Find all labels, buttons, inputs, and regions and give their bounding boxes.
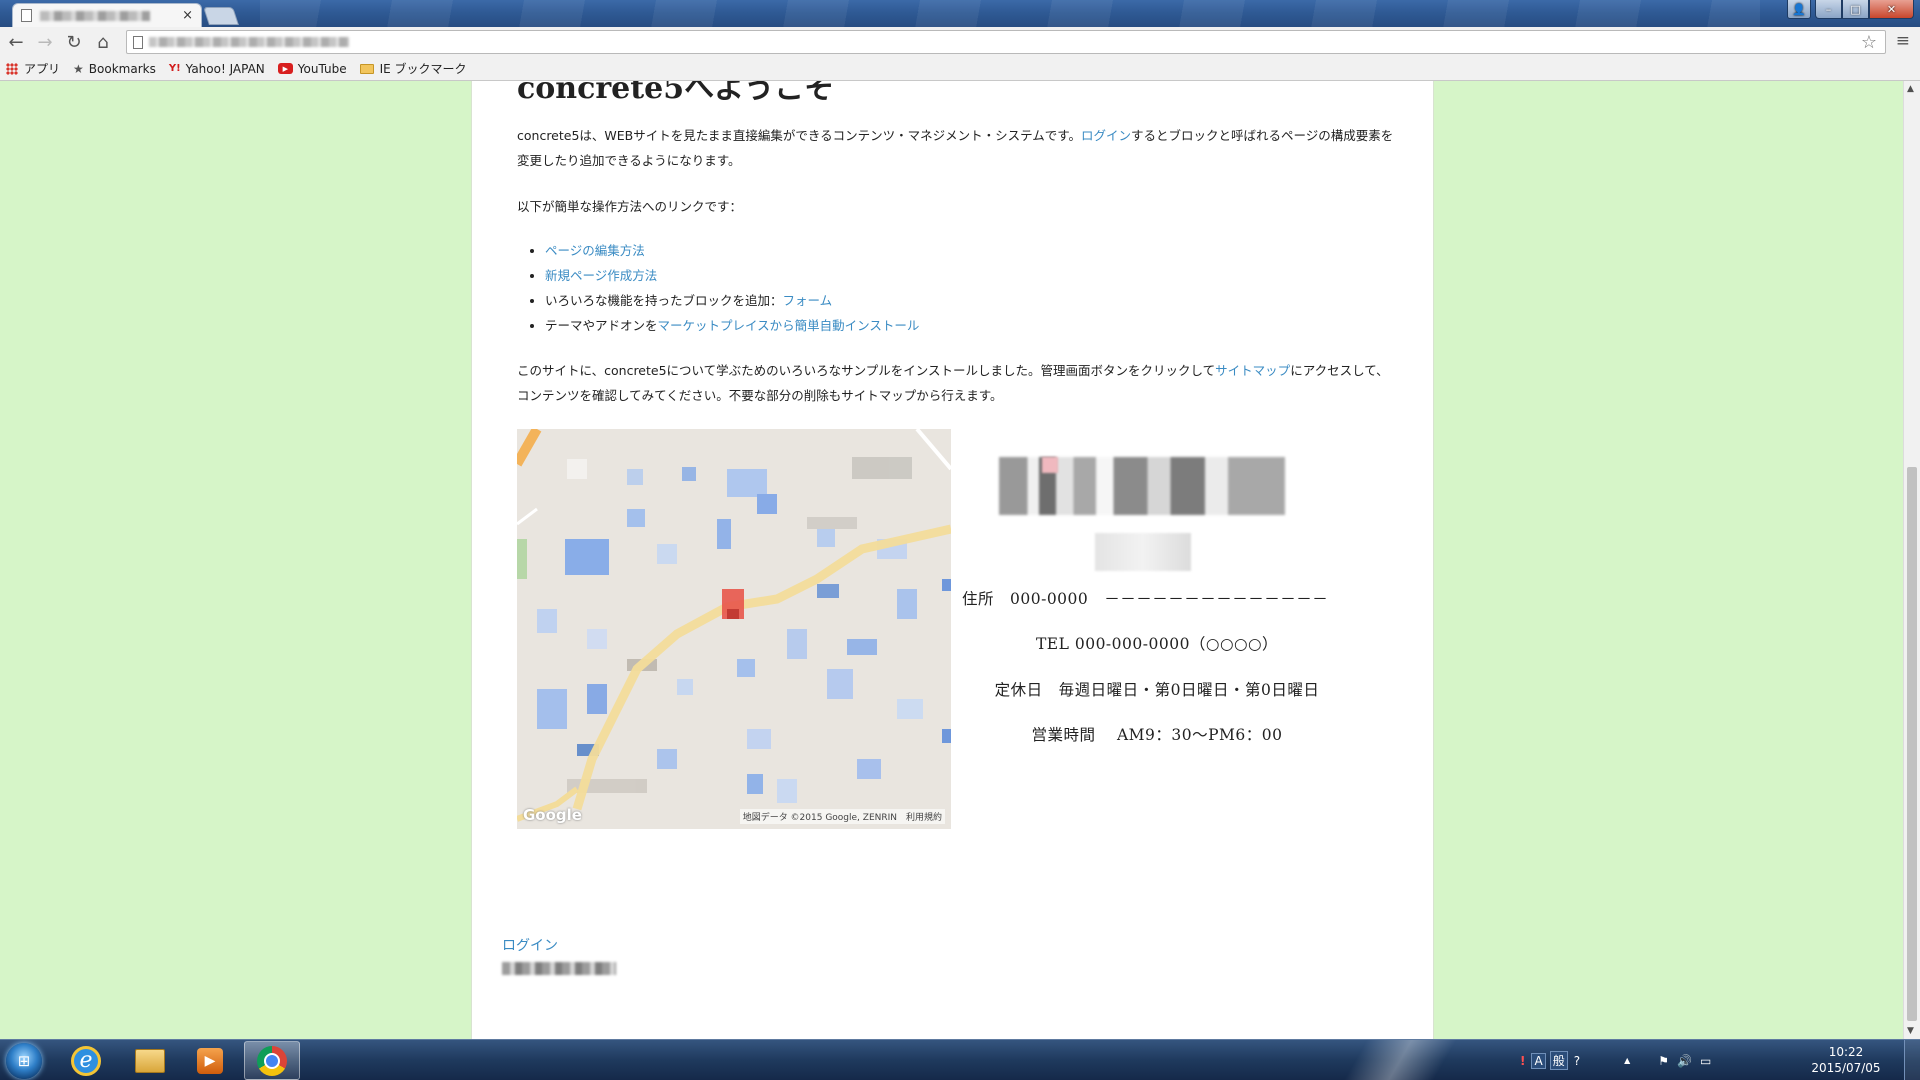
map-graphic [517,429,951,829]
windows-taskbar: ⊞ e ▶ ! A 般 ? ▲ ⚑ 🔊 ▭ 10:22 2015/07/05 [0,1039,1920,1080]
show-desktop-button[interactable] [1904,1040,1920,1080]
scroll-up-arrow[interactable]: ▲ [1907,84,1914,94]
close-window-button[interactable]: ✕ [1869,0,1914,19]
form-link[interactable]: フォーム [783,293,833,308]
links-intro: 以下が簡単な操作方法へのリンクです： [517,199,743,214]
scroll-thumb[interactable] [1907,467,1917,1021]
list-item: テーマやアドオンをマーケットプレイスから簡単自動インストール [545,313,919,338]
bookmark-apps[interactable]: アプリ [6,60,60,77]
shop-holiday: 定休日 毎週日曜日・第0日曜日・第0日曜日 [994,681,1320,699]
system-tray: ! A 般 ? ▲ ⚑ 🔊 ▭ [1516,1040,1715,1080]
maximize-button[interactable]: □ [1842,0,1869,19]
bookmark-label: Bookmarks [88,61,156,76]
browser-tab-active[interactable]: × [12,3,202,27]
samples-text: このサイトに、concrete5について学ぶためのいろいろなサンプルをインストー… [517,363,1216,378]
ime-kana-indicator[interactable]: 般 [1549,1051,1568,1070]
window-controls: 👤 – □ ✕ [1787,0,1914,20]
yahoo-icon: Y! [168,62,181,74]
taskbar-media-player[interactable]: ▶ [182,1041,238,1080]
list-item: 新規ページ作成方法 [545,263,919,288]
howto-list: ページの編集方法 新規ページ作成方法 いろいろな機能を持ったブロックを追加：フォ… [517,238,919,338]
bookmark-yahoo[interactable]: Y! Yahoo! JAPAN [169,62,265,76]
samples-paragraph: このサイトに、concrete5について学ぶためのいろいろなサンプルをインストー… [517,358,1397,408]
page-viewport: concrete5へようこそ concrete5は、WEBサイトを見たまま直接編… [0,81,1903,1039]
bookmark-star-icon[interactable]: ☆ [1861,32,1877,53]
clock-time: 10:22 [1828,1045,1864,1059]
youtube-icon: ▶ [277,63,293,74]
footer-login-link[interactable]: ログイン [502,935,558,955]
bookmark-label: Yahoo! JAPAN [185,61,265,76]
shop-subtitle-redacted [1095,533,1191,571]
taskbar-ie[interactable]: e [58,1041,114,1080]
shop-address: 住所 000-0000 －－－－－－－－－－－－－－ [962,590,1329,608]
page-icon [21,9,32,22]
user-icon[interactable]: 👤 [1787,0,1811,19]
intro-paragraph: concrete5は、WEBサイトを見たまま直接編集ができるコンテンツ・マネジメ… [517,123,1397,173]
sitemap-link[interactable]: サイトマップ [1215,363,1290,378]
map-attribution[interactable]: 地図データ ©2015 Google, ZENRIN 利用規約 [739,809,945,824]
alert-icon[interactable]: ! [1520,1054,1525,1068]
help-icon[interactable]: ? [1574,1054,1580,1068]
footer-copyright-redacted [502,962,616,975]
back-button[interactable]: ← [3,29,29,55]
bookmark-bookmarks[interactable]: ★ Bookmarks [73,62,156,76]
media-player-icon: ▶ [197,1047,223,1074]
taskbar-explorer[interactable] [122,1041,178,1080]
shop-hours: 営業時間 AM9：30～PM6：00 [1031,726,1283,744]
list-text: テーマやアドオンを [545,318,658,333]
marketplace-link[interactable]: マーケットプレイスから簡単自動インストール [658,318,920,333]
bookmark-ie-folder[interactable]: IE ブックマーク [359,60,467,77]
action-center-flag-icon[interactable]: ⚑ [1658,1054,1669,1068]
scroll-down-arrow[interactable]: ▼ [1907,1026,1914,1036]
google-map[interactable]: Google 地図データ ©2015 Google, ZENRIN 利用規約 [517,429,951,829]
tab-close-icon[interactable]: × [182,9,193,22]
shop-info: 住所 000-0000 －－－－－－－－－－－－－－ TEL 000-000-0… [962,429,1352,829]
apps-grid-icon [6,62,18,75]
page-scrollbar[interactable]: ▲ ▼ [1903,81,1920,1039]
clock-date: 2015/07/05 [1811,1061,1881,1075]
folder-icon [359,63,374,74]
bookmarks-bar: アプリ ★ Bookmarks Y! Yahoo! JAPAN ▶ YouTub… [0,57,1920,81]
bookmark-youtube[interactable]: ▶ YouTube [277,61,347,76]
network-icon[interactable]: ▭ [1700,1054,1711,1068]
new-tab-button[interactable] [203,7,239,25]
volume-icon[interactable]: 🔊 [1677,1054,1692,1068]
list-text: いろいろな機能を持ったブロックを追加： [545,293,783,308]
page-title: concrete5へようこそ [517,81,835,106]
reload-button[interactable]: ↻ [61,29,87,55]
tab-title-redacted [40,10,150,21]
bookmark-label: アプリ [24,62,61,76]
list-item: ページの編集方法 [545,238,919,263]
browser-toolbar: ← → ↻ ⌂ ☆ [0,27,1920,57]
chrome-menu-icon[interactable]: ≡ [1896,31,1910,51]
address-bar[interactable]: ☆ [126,30,1886,54]
minimize-button[interactable]: – [1815,0,1842,19]
window-titlebar: × 👤 – □ ✕ [0,0,1920,27]
bookmark-label: YouTube [297,61,347,76]
file-explorer-icon [135,1048,165,1073]
url-redacted [149,37,349,47]
shop-logo-accent [1042,457,1058,473]
edit-page-link[interactable]: ページの編集方法 [545,243,645,258]
forward-button[interactable]: → [32,29,58,55]
tray-expand-icon[interactable]: ▲ [1624,1056,1630,1065]
chrome-icon [257,1045,287,1076]
login-inline-link[interactable]: ログイン [1081,128,1131,143]
system-clock[interactable]: 10:22 2015/07/05 [1800,1044,1892,1076]
taskbar-chrome[interactable] [244,1041,300,1080]
shop-tel: TEL 000-000-0000（○○○○） [1035,635,1279,653]
list-item: いろいろな機能を持ったブロックを追加：フォーム [545,288,919,313]
internet-explorer-icon: e [71,1045,101,1076]
start-button[interactable]: ⊞ [6,1043,42,1079]
ime-mode-indicator[interactable]: A [1531,1052,1546,1069]
star-icon: ★ [73,61,84,76]
page-container: concrete5へようこそ concrete5は、WEBサイトを見たまま直接編… [471,81,1434,1039]
page-icon [133,35,143,49]
home-button[interactable]: ⌂ [90,29,116,55]
bookmark-label: IE ブックマーク [379,62,467,76]
map-google-logo[interactable]: Google [523,806,582,824]
new-page-link[interactable]: 新規ページ作成方法 [545,268,657,283]
intro-text: concrete5は、WEBサイトを見たまま直接編集ができるコンテンツ・マネジメ… [517,128,1081,143]
